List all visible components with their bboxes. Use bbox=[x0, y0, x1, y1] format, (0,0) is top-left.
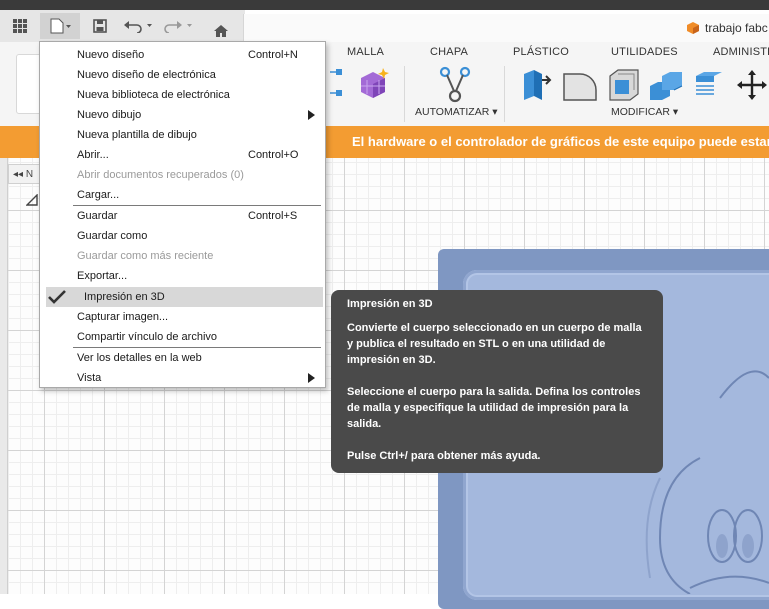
menu-item-vista[interactable]: Vista bbox=[40, 368, 325, 388]
file-menu-dropdown: Nuevo diseño Control+N Nuevo diseño de e… bbox=[39, 41, 326, 388]
menu-item-nuevo-diseno[interactable]: Nuevo diseño Control+N bbox=[40, 45, 325, 65]
menu-item-label: Guardar como más reciente bbox=[77, 250, 214, 262]
menu-item-exportar[interactable]: Exportar... bbox=[40, 266, 325, 286]
title-bar bbox=[0, 0, 769, 10]
combine-icon[interactable] bbox=[648, 68, 684, 102]
menu-item-guardar-mas-reciente: Guardar como más reciente bbox=[40, 246, 325, 266]
menu-item-label: Nuevo diseño bbox=[77, 49, 145, 61]
document-cube-icon bbox=[687, 22, 699, 34]
press-pull-icon[interactable] bbox=[520, 68, 552, 102]
tab-malla[interactable]: MALLA bbox=[347, 46, 384, 58]
menu-item-label: Exportar... bbox=[77, 270, 128, 282]
menu-item-guardar-como[interactable]: Guardar como bbox=[40, 226, 325, 246]
submenu-arrow-icon bbox=[308, 110, 315, 120]
save-icon bbox=[93, 19, 107, 33]
menu-item-capturar-imagen[interactable]: Capturar imagen... bbox=[40, 307, 325, 327]
toolbar-separator bbox=[404, 66, 405, 122]
file-menu-button[interactable] bbox=[40, 13, 80, 39]
menu-item-impresion-3d[interactable]: Impresión en 3D bbox=[46, 287, 323, 307]
group-automatizar[interactable]: AUTOMATIZAR ▾ bbox=[415, 106, 497, 118]
tooltip-help-hint: Pulse Ctrl+/ para obtener más ayuda. bbox=[347, 450, 541, 462]
sparkle-cube-icon[interactable] bbox=[357, 66, 391, 102]
menu-item-compartir-vinculo[interactable]: Compartir vínculo de archivo bbox=[40, 327, 325, 347]
tooltip-description: Convierte el cuerpo seleccionado en un c… bbox=[347, 322, 642, 366]
menu-item-label: Impresión en 3D bbox=[84, 291, 165, 303]
menu-item-label: Ver los detalles en la web bbox=[77, 352, 202, 364]
menu-item-label: Abrir documentos recuperados (0) bbox=[77, 169, 244, 181]
file-icon bbox=[50, 18, 71, 34]
menu-item-shortcut: Control+S bbox=[248, 210, 298, 222]
undo-button[interactable] bbox=[120, 13, 156, 39]
menu-item-ver-detalles-web[interactable]: Ver los detalles en la web bbox=[40, 348, 325, 368]
menu-item-cargar[interactable]: Cargar... bbox=[40, 185, 325, 205]
menu-item-label: Nueva plantilla de dibujo bbox=[77, 129, 197, 141]
menu-item-label: Abrir... bbox=[77, 149, 109, 161]
checkmark-icon bbox=[48, 290, 66, 304]
menu-item-shortcut: Control+O bbox=[248, 149, 299, 161]
menu-item-label: Cargar... bbox=[77, 189, 120, 201]
combine-connector-icon bbox=[330, 69, 342, 96]
fillet-icon[interactable] bbox=[562, 68, 598, 102]
tab-utilidades[interactable]: UTILIDADES bbox=[611, 46, 678, 58]
warning-text: El hardware o el controlador de gráficos… bbox=[352, 134, 769, 149]
tooltip-title: Impresión en 3D bbox=[347, 298, 433, 310]
menu-item-label: Vista bbox=[77, 372, 102, 384]
submenu-arrow-icon bbox=[308, 373, 315, 383]
save-button[interactable] bbox=[88, 13, 112, 39]
menu-item-label: Compartir vínculo de archivo bbox=[77, 331, 218, 343]
toolbar-separator bbox=[504, 66, 505, 122]
group-modificar[interactable]: MODIFICAR ▾ bbox=[611, 106, 678, 118]
menu-item-label: Nueva biblioteca de electrónica bbox=[77, 89, 230, 101]
app-grid-button[interactable] bbox=[6, 13, 34, 39]
redo-button[interactable] bbox=[160, 13, 196, 39]
document-tab[interactable]: trabajo fabc bbox=[243, 14, 769, 42]
tooltip-instructions: Seleccione el cuerpo para la salida. Def… bbox=[347, 386, 641, 430]
menu-item-nuevo-dibujo[interactable]: Nuevo dibujo bbox=[40, 105, 325, 125]
tab-chapa[interactable]: CHAPA bbox=[430, 46, 468, 58]
menu-item-nueva-biblioteca-electronica[interactable]: Nueva biblioteca de electrónica bbox=[40, 85, 325, 105]
menu-item-label: Nuevo diseño de electrónica bbox=[77, 69, 216, 81]
move-icon[interactable] bbox=[736, 70, 768, 100]
menu-item-label: Guardar como bbox=[77, 230, 148, 242]
app-grid-icon bbox=[13, 19, 27, 33]
home-icon bbox=[214, 25, 228, 37]
menu-item-abrir-recuperados: Abrir documentos recuperados (0) bbox=[40, 165, 325, 185]
menu-item-label: Capturar imagen... bbox=[77, 311, 169, 323]
offset-face-icon[interactable] bbox=[692, 70, 724, 100]
document-name: trabajo fabc bbox=[705, 21, 768, 35]
menu-item-abrir[interactable]: Abrir... Control+O bbox=[40, 145, 325, 165]
menu-item-label: Guardar bbox=[77, 210, 118, 222]
menu-item-label: Nuevo dibujo bbox=[77, 109, 142, 121]
automate-icon[interactable] bbox=[437, 66, 473, 104]
viewport-left-edge bbox=[0, 158, 8, 594]
redo-icon bbox=[164, 21, 192, 33]
menu-item-nuevo-diseno-electronica[interactable]: Nuevo diseño de electrónica bbox=[40, 65, 325, 85]
menu-item-shortcut: Control+N bbox=[248, 49, 298, 61]
menu-item-guardar[interactable]: Guardar Control+S bbox=[40, 206, 325, 226]
shell-icon[interactable] bbox=[606, 68, 640, 102]
tab-plastico[interactable]: PLÁSTICO bbox=[513, 46, 569, 58]
tab-administrar[interactable]: ADMINISTRAR bbox=[713, 46, 769, 58]
quick-access-toolbar bbox=[0, 10, 245, 42]
tooltip-impresion-3d: Impresión en 3D Convierte el cuerpo sele… bbox=[331, 290, 663, 473]
undo-icon bbox=[124, 21, 152, 33]
menu-item-nueva-plantilla-dibujo[interactable]: Nueva plantilla de dibujo bbox=[40, 125, 325, 145]
sketch-triangle-icon bbox=[26, 194, 38, 206]
